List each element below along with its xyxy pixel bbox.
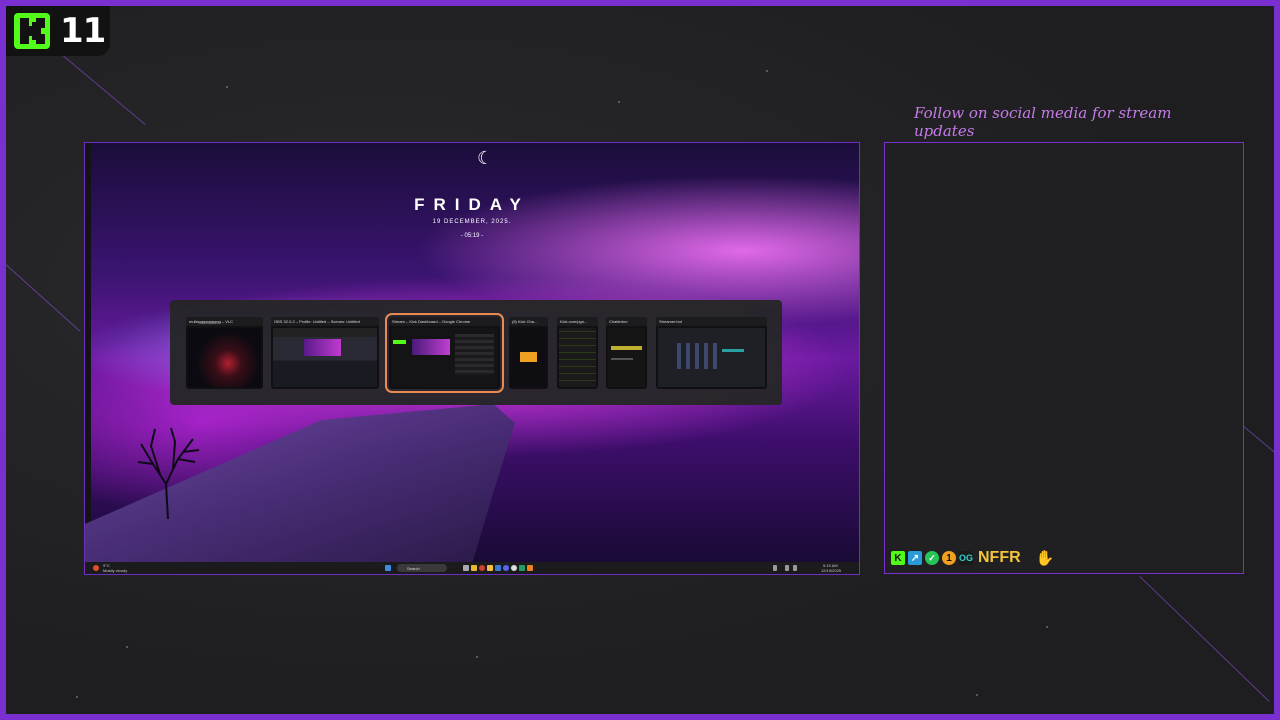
network-icon[interactable]: [785, 565, 789, 571]
wave-emote: ✋: [1035, 550, 1055, 567]
taskbar: 9°C Mostly cloudy Search 5:19 AM 12/19/2…: [85, 562, 859, 574]
obs-icon[interactable]: [511, 565, 517, 571]
start-icon[interactable]: [385, 565, 391, 571]
star-dot: [1046, 626, 1048, 628]
tray-chevron-icon[interactable]: [773, 565, 777, 571]
star-dot: [126, 646, 128, 648]
kick-icon: K: [891, 551, 905, 565]
window-title: Streamer.bot: [656, 317, 767, 326]
window-thumb-kick-chat[interactable]: (8) Kick Cha...: [509, 317, 548, 389]
window-title: OBS 32.0.2 – Profile: Untitled – Scenes:…: [271, 317, 379, 326]
screen-capture: ☾ FRIDAY 19 DECEMBER, 2025. - 05:19 - mu…: [84, 142, 860, 575]
taskbar-search[interactable]: Search: [397, 564, 447, 572]
window-thumb-chrome[interactable]: Stream – Kick Dashboard – Google Chrome: [385, 313, 504, 393]
streamerbot-icon[interactable]: [519, 565, 525, 571]
store-icon[interactable]: [495, 565, 501, 571]
widget-day: FRIDAY: [414, 195, 530, 214]
channel-badge: 11: [6, 6, 110, 56]
window-title: Kick.com/pgn...: [557, 317, 598, 326]
clock-date[interactable]: 12/19/2025: [821, 568, 841, 573]
badge-number: 11: [60, 11, 106, 51]
window-title: Chatterino: [606, 317, 647, 326]
star-dot: [618, 101, 620, 103]
window-title: mullagggggggggg – VLC: [186, 317, 263, 326]
star-dot: [476, 656, 478, 658]
chat-username[interactable]: NFFR: [978, 549, 1021, 567]
volume-icon[interactable]: [793, 565, 797, 571]
window-switcher: mullagggggggggg – VLC OBS 32.0.2 – Profi…: [170, 300, 782, 405]
vlc-icon[interactable]: [527, 565, 533, 571]
weather-label: Mostly cloudy: [103, 568, 128, 573]
stream-overlay-frame: 11 Follow on social media for stream upd…: [6, 6, 1274, 714]
moon-icon: ☾: [477, 148, 494, 168]
chat-message: K ↗ ✓ 1 OG NFFR ✋: [891, 549, 1054, 567]
decorative-line: [1139, 576, 1270, 702]
decorative-line: [6, 264, 81, 332]
chrome-icon[interactable]: [479, 565, 485, 571]
taskview-icon[interactable]: [463, 565, 469, 571]
decorative-line: [1243, 426, 1274, 459]
verified-icon: ✓: [925, 551, 939, 565]
widget-time: - 05:19 -: [460, 233, 484, 239]
folder-icon[interactable]: [487, 565, 493, 571]
chat-panel: K ↗ ✓ 1 OG NFFR ✋: [884, 142, 1244, 574]
search-label: Search: [407, 566, 420, 571]
window-thumb-streamerbot[interactable]: Streamer.bot: [656, 317, 767, 389]
widget-date: 19 DECEMBER, 2025.: [432, 219, 512, 225]
discord-icon[interactable]: [503, 565, 509, 571]
window-thumb-vlc[interactable]: mullagggggggggg – VLC: [186, 317, 263, 389]
weather-icon[interactable]: [93, 565, 99, 571]
window-thumb-chatterino[interactable]: Chatterino: [606, 317, 647, 389]
og-badge-icon: OG: [959, 551, 974, 565]
star-dot: [766, 70, 768, 72]
explorer-icon[interactable]: [471, 565, 477, 571]
star-dot: [226, 86, 228, 88]
window-title: Stream – Kick Dashboard – Google Chrome: [389, 317, 500, 326]
wallpaper-tree: [137, 427, 200, 519]
window-thumb-obs[interactable]: OBS 32.0.2 – Profile: Untitled – Scenes:…: [271, 317, 379, 389]
star-dot: [76, 696, 78, 698]
kick-logo-icon: [14, 13, 50, 49]
gold-coin-icon: 1: [942, 551, 956, 565]
window-title: (8) Kick Cha...: [509, 317, 548, 326]
pin-icon: ↗: [908, 551, 922, 565]
decorative-line: [49, 44, 146, 126]
window-thumb-kick-popout[interactable]: Kick.com/pgn...: [557, 317, 598, 389]
star-dot: [976, 694, 978, 696]
social-media-caption: Follow on social media for stream update…: [914, 104, 1172, 140]
